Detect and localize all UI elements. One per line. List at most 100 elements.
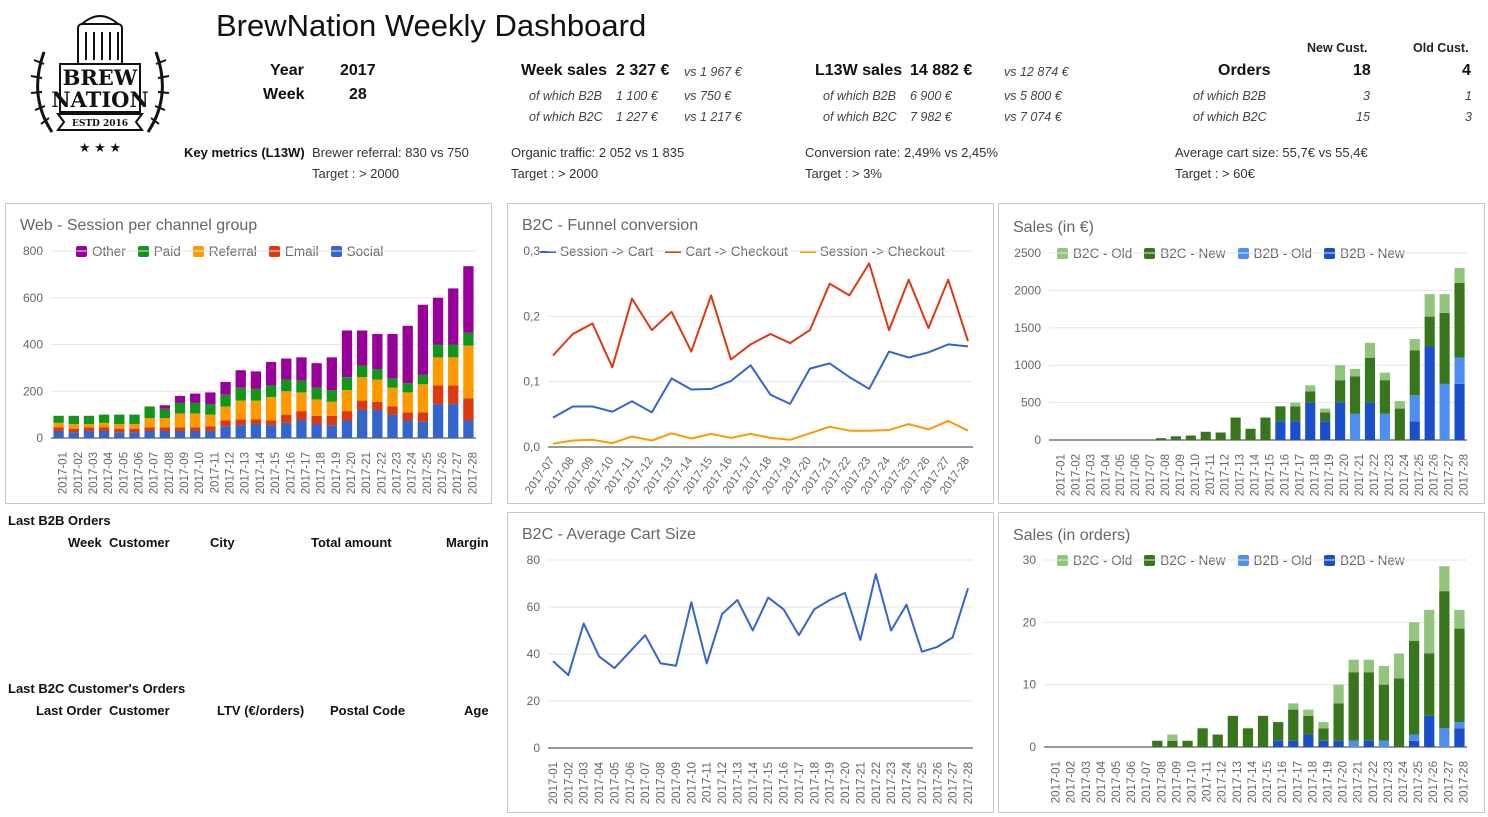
bar-segment-email <box>463 398 474 421</box>
bar-segment-paid <box>387 378 398 388</box>
sessions-chart-panel: Web - Session per channel group Other Pai… <box>5 203 492 504</box>
x-tick-label: 2017-16 <box>779 762 791 804</box>
bar-segment-paid <box>372 369 383 380</box>
bar-segment-b2c-new <box>1170 436 1181 440</box>
x-tick-label: 2017-08 <box>164 452 176 494</box>
bar-segment-social <box>98 430 110 438</box>
bar-segment-referral <box>159 418 170 428</box>
bar-segment-email <box>68 428 79 433</box>
bar-segment-paid <box>448 344 459 358</box>
x-tick-label: 2017-26 <box>932 762 944 804</box>
cart-size-chart-panel: B2C - Average Cart Size 0 20 40 60 80 2017-01… <box>507 512 994 813</box>
y-tick-label: 0 <box>1034 433 1041 447</box>
x-tick-label: 2017-09 <box>1171 761 1183 803</box>
bar-segment-b2c-new <box>1230 417 1241 440</box>
x-tick-label: 2017-01 <box>548 762 560 804</box>
bar-segment-b2b-new <box>1408 740 1420 747</box>
bar-segment-b2c-new <box>1318 728 1329 741</box>
bar-segment-email <box>53 427 64 431</box>
bar-segment-social <box>281 422 292 438</box>
brewer-referral-metric: Brewer referral: 830 vs 750 <box>312 145 469 160</box>
bar-segment-paid <box>432 344 444 358</box>
bar-segment-b2c-new <box>1260 417 1271 440</box>
x-tick-label: 2017-04 <box>1100 453 1112 496</box>
week-sales-value: 2 327 € <box>616 62 670 79</box>
bar-segment-b2c-old <box>1364 342 1376 358</box>
y-tick-label: 1500 <box>1014 321 1041 335</box>
bar-segment-b2c-old <box>1303 709 1314 716</box>
x-tick-label: 2017-19 <box>1324 454 1336 496</box>
bar-segment-email <box>205 426 216 431</box>
bar-segment-social <box>129 432 140 438</box>
y-tick-label: 0 <box>533 741 540 755</box>
bar-segment-referral <box>98 422 110 428</box>
bar-segment-social <box>159 430 170 438</box>
x-tick-label: 2017-11 <box>209 452 221 493</box>
bar-segment-b2b-old <box>1454 722 1465 729</box>
bar-segment-other <box>174 395 186 403</box>
bar-segment-email <box>114 428 125 433</box>
cart-size-chart-svg: 0204060802017-01 2017-02 2017-03 2017-04 201… <box>527 553 975 804</box>
bar-segment-social <box>250 423 262 438</box>
x-tick-label: 2017-06 <box>625 762 637 804</box>
x-tick-label: 2017-17 <box>1294 454 1306 496</box>
x-tick-label: 2017-10 <box>1190 454 1202 496</box>
x-tick-label: 2017-03 <box>1085 454 1097 496</box>
bar-segment-b2b-new <box>1333 740 1344 747</box>
funnel-chart-panel: B2C - Funnel conversion Session -> Cart C… <box>507 203 994 504</box>
l13w-sales-value: 14 882 € <box>910 62 973 79</box>
bar-segment-b2c-old <box>1349 368 1361 377</box>
y-tick-label: 0,3 <box>523 244 540 258</box>
b2c-col-customer: Customer <box>109 703 170 718</box>
x-tick-label: 2017-05 <box>609 762 621 804</box>
x-tick-label: 2017-07 <box>1145 454 1157 496</box>
orders-b2c-label: of which B2C <box>1193 110 1267 124</box>
y-tick-label: 500 <box>1021 396 1041 410</box>
x-tick-label: 2017-15 <box>1264 454 1276 496</box>
bar-segment-referral <box>190 413 201 428</box>
bar-segment-other <box>402 325 413 384</box>
bar-segment-b2c-new <box>1257 715 1269 747</box>
bar-segment-other <box>281 358 292 380</box>
bar-segment-b2b-new <box>1454 728 1465 747</box>
week-sales-b2b-value: 1 100 € <box>616 89 658 103</box>
bar-segment-b2b-new <box>1363 740 1374 747</box>
bar-segment-b2c-old <box>1409 339 1420 351</box>
x-tick-label: 2017-05 <box>118 452 130 494</box>
x-tick-label: 2017-14 <box>748 761 760 804</box>
page-title: BrewNation Weekly Dashboard <box>216 8 647 43</box>
bar-segment-email <box>402 412 413 421</box>
sessions-chart-svg: 02004006008002017-01 2017-02 2017-03 2017-0… <box>23 244 479 494</box>
y-tick-label: 0,1 <box>523 375 540 389</box>
x-tick-label: 2017-02 <box>1066 761 1078 803</box>
sales-eur-chart-svg: 050010001500200025002017-01 2017-02 2017-0… <box>1014 246 1470 496</box>
bar-segment-referral <box>250 400 262 420</box>
bar-segment-referral <box>448 357 459 386</box>
old-cust-label: Old Cust. <box>1413 41 1469 55</box>
bar-segment-b2c-new <box>1320 412 1331 422</box>
bar-segment-email <box>235 419 246 426</box>
bar-segment-paid <box>68 415 79 424</box>
bar-segment-other <box>448 288 459 345</box>
bar-segment-referral <box>432 357 444 386</box>
bar-segment-social <box>114 432 125 438</box>
x-tick-label: 2017-16 <box>285 452 297 494</box>
x-tick-label: 2017-24 <box>407 451 419 494</box>
bar-segment-social <box>220 426 231 438</box>
l13w-sales-b2b-value: 6 900 € <box>910 89 952 103</box>
orders-old-value: 4 <box>1462 62 1471 79</box>
new-cust-label: New Cust. <box>1307 41 1368 55</box>
x-tick-label: 2017-22 <box>1368 761 1380 803</box>
x-tick-label: 2017-13 <box>1235 454 1247 496</box>
bar-segment-referral <box>265 397 277 421</box>
bar-segment-b2c-old <box>1454 609 1465 629</box>
bar-segment-b2c-new <box>1424 653 1435 716</box>
week-sales-b2c-vs: vs 1 217 € <box>684 110 742 124</box>
bar-segment-b2c-new <box>1182 740 1193 747</box>
bar-segment-paid <box>144 406 155 419</box>
x-tick-label: 2017-23 <box>392 452 404 494</box>
x-tick-label: 2017-26 <box>1429 454 1441 496</box>
bar-segment-b2c-new <box>1275 406 1286 422</box>
bar-segment-b2c-new <box>1333 703 1344 741</box>
x-tick-label: 2017-06 <box>1126 761 1138 803</box>
